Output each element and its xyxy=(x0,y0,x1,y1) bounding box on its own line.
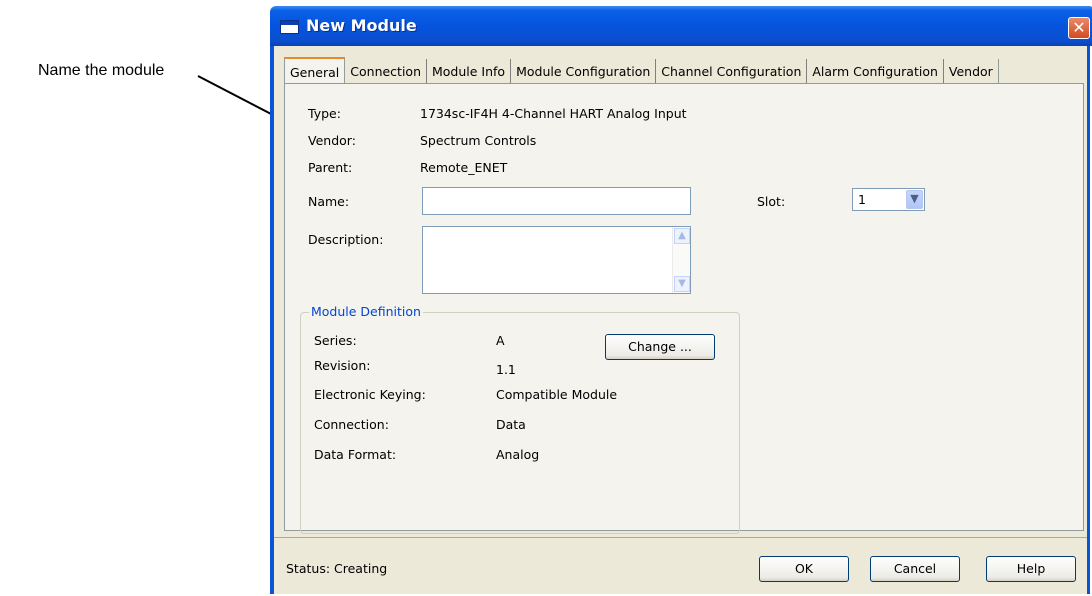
close-button[interactable]: ✕ xyxy=(1068,17,1090,39)
tab-channel-configuration[interactable]: Channel Configuration xyxy=(656,59,808,83)
tab-strip: General Connection Module Info Module Confi… xyxy=(284,57,999,83)
chevron-down-icon[interactable]: ▼ xyxy=(906,190,923,209)
screen: Name the module New Module ✕ General Conn… xyxy=(0,0,1092,596)
type-label: Type: xyxy=(308,106,341,121)
help-button[interactable]: Help xyxy=(986,556,1076,582)
type-value: 1734sc-IF4H 4-Channel HART Analog Input xyxy=(420,106,687,121)
tab-general[interactable]: General xyxy=(284,57,346,83)
connection-value: Data xyxy=(496,417,526,432)
parent-value: Remote_ENET xyxy=(420,160,508,175)
tab-module-configuration[interactable]: Module Configuration xyxy=(511,59,657,83)
slot-label: Slot: xyxy=(757,194,786,209)
description-scrollbar[interactable]: ▲ ▼ xyxy=(672,227,690,293)
ok-button[interactable]: OK xyxy=(759,556,849,582)
electronic-keying-value: Compatible Module xyxy=(496,387,618,402)
tab-alarm-configuration[interactable]: Alarm Configuration xyxy=(807,59,944,83)
vendor-label: Vendor: xyxy=(308,133,356,148)
status-text: Status: Creating xyxy=(286,561,388,576)
series-value: A xyxy=(496,333,505,348)
description-field[interactable]: ▲ ▼ xyxy=(422,226,691,294)
module-definition-title: Module Definition xyxy=(309,304,423,319)
name-label: Name: xyxy=(308,194,350,209)
module-definition-group: Module Definition Series: A Revision: 1.… xyxy=(300,304,740,534)
vendor-value: Spectrum Controls xyxy=(420,133,537,148)
cancel-button[interactable]: Cancel xyxy=(870,556,960,582)
scroll-down-icon[interactable]: ▼ xyxy=(674,276,690,292)
close-icon: ✕ xyxy=(1072,18,1086,37)
window-title: New Module xyxy=(306,16,417,35)
name-field[interactable] xyxy=(422,187,691,215)
window-icon xyxy=(280,20,299,34)
tab-connection[interactable]: Connection xyxy=(345,59,427,83)
slot-select-value: 1 xyxy=(858,192,866,207)
change-button[interactable]: Change ... xyxy=(605,334,715,360)
new-module-dialog: New Module ✕ General Connection Module Inf… xyxy=(270,6,1092,594)
connection-label: Connection: xyxy=(314,417,389,432)
electronic-keying-label: Electronic Keying: xyxy=(314,387,426,402)
scroll-up-icon[interactable]: ▲ xyxy=(674,228,690,244)
description-label: Description: xyxy=(308,232,384,247)
revision-label: Revision: xyxy=(314,358,371,373)
data-format-value: Analog xyxy=(496,447,540,462)
title-bar[interactable]: New Module ✕ xyxy=(270,6,1092,46)
footer-divider xyxy=(274,537,1087,538)
slot-select[interactable]: 1 ▼ xyxy=(852,188,925,211)
tab-vendor[interactable]: Vendor xyxy=(944,59,999,83)
parent-label: Parent: xyxy=(308,160,353,175)
data-format-label: Data Format: xyxy=(314,447,397,462)
series-label: Series: xyxy=(314,333,357,348)
revision-value: 1.1 xyxy=(496,362,516,377)
tab-module-info[interactable]: Module Info xyxy=(427,59,512,83)
